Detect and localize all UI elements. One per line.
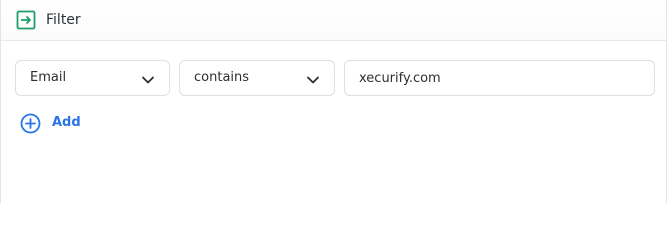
panel-header: Filter (1, 0, 666, 41)
add-filter-button[interactable]: Add (20, 112, 81, 134)
filter-value-field[interactable] (344, 60, 655, 96)
field-select[interactable]: Email (15, 60, 170, 96)
operator-select[interactable]: contains (179, 60, 335, 96)
field-select-value: Email (30, 70, 67, 85)
filter-panel: Filter Email contains Add (0, 0, 667, 203)
chevron-down-icon (306, 72, 320, 86)
chevron-down-icon (141, 72, 155, 86)
filter-enter-icon (16, 10, 36, 30)
operator-select-value: contains (194, 70, 250, 85)
plus-circle-icon (20, 113, 41, 134)
filter-value-input[interactable] (345, 61, 654, 95)
panel-title: Filter (46, 12, 81, 28)
add-filter-label: Add (52, 115, 81, 130)
